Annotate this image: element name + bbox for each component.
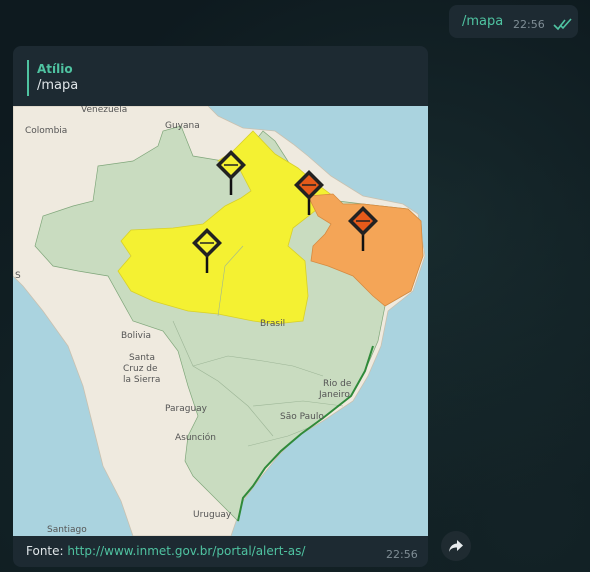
alert-map-image[interactable]: Venezuela Guyana Colombia Bolivia Santa …: [13, 105, 428, 537]
label-paraguay: Paraguay: [165, 404, 208, 414]
label-venezuela: Venezuela: [81, 106, 127, 115]
label-santa-cruz-2: Cruz de: [123, 364, 158, 374]
caption-prefix: Fonte:: [26, 544, 68, 558]
forward-icon: [449, 540, 463, 552]
label-asuncion: Asunción: [175, 432, 216, 443]
reply-text: /mapa: [37, 78, 79, 93]
label-rio-2: Janeiro: [318, 390, 350, 400]
label-colombia: Colombia: [25, 126, 67, 136]
alert-map: Venezuela Guyana Colombia Bolivia Santa …: [13, 105, 428, 537]
label-santa-cruz-1: Santa: [129, 353, 155, 363]
double-check-icon: [553, 18, 572, 31]
forward-button[interactable]: [441, 531, 471, 561]
label-rio-1: Rio de: [323, 379, 352, 389]
outgoing-message-time: 22:56: [513, 18, 545, 31]
label-santa-cruz-3: la Sierra: [123, 375, 160, 385]
label-guyana: Guyana: [165, 121, 200, 131]
label-brasil: Brasil: [260, 319, 285, 329]
label-sao-paulo: São Paulo: [280, 412, 324, 422]
reply-quote[interactable]: Atílio /mapa: [27, 60, 78, 96]
outgoing-message-text: /mapa: [462, 14, 504, 29]
inmet-link[interactable]: http://www.inmet.gov.br/portal/alert-as/: [67, 544, 305, 558]
reply-author: Atílio: [37, 62, 73, 76]
label-uruguay: Uruguay: [193, 510, 232, 520]
label-santiago: Santiago: [47, 525, 87, 535]
outgoing-message[interactable]: /mapa 22:56: [449, 5, 578, 38]
label-bolivia: Bolivia: [121, 331, 151, 341]
incoming-message[interactable]: Atílio /mapa Venezuela Guyana Colombia B…: [13, 46, 428, 567]
message-caption: Fonte: http://www.inmet.gov.br/portal/al…: [26, 544, 305, 558]
incoming-message-time: 22:56: [386, 548, 418, 561]
label-s: S: [15, 271, 21, 281]
